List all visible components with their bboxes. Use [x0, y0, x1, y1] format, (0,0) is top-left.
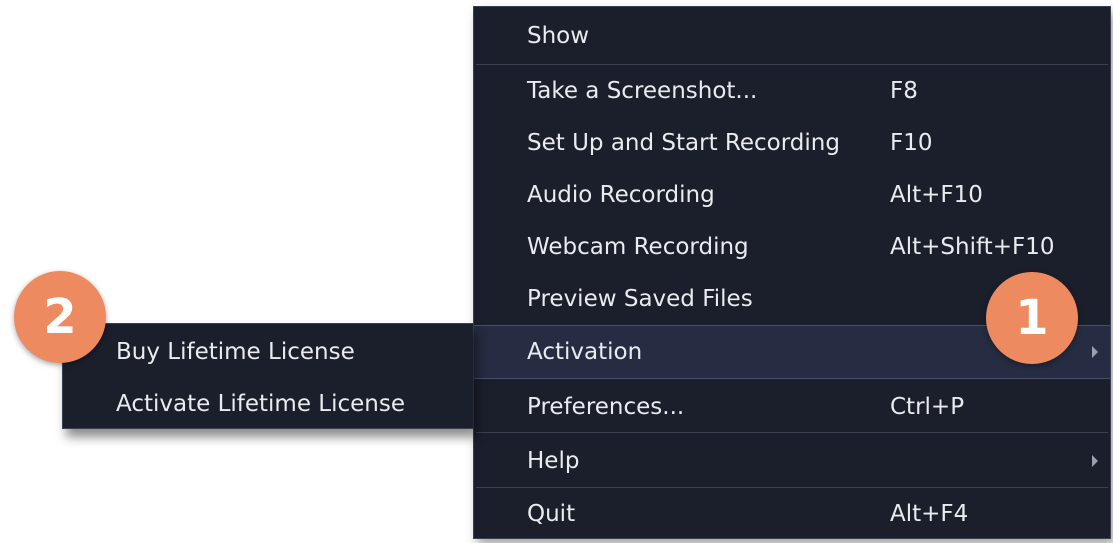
- menu-item-shortcut: Ctrl+P: [890, 394, 965, 420]
- submenu-item-label: Buy Lifetime License: [116, 339, 355, 365]
- menu-item-label: Activation: [527, 339, 643, 365]
- tray-context-menu: Show Take a Screenshot... F8 Set Up and …: [473, 6, 1111, 539]
- menu-separator: [476, 432, 1108, 433]
- menu-item-webcam-recording[interactable]: Webcam Recording Alt+Shift+F10: [474, 221, 1110, 273]
- menu-item-label: Audio Recording: [527, 182, 715, 208]
- callout-badge-2: 2: [14, 271, 106, 363]
- menu-item-label: Set Up and Start Recording: [527, 130, 840, 156]
- menu-item-take-screenshot[interactable]: Take a Screenshot... F8: [474, 65, 1110, 117]
- submenu-item-activate-license[interactable]: Activate Lifetime License: [63, 378, 473, 430]
- submenu-item-buy-license[interactable]: Buy Lifetime License: [63, 326, 473, 378]
- menu-item-label: Help: [527, 448, 580, 474]
- activation-submenu: Buy Lifetime License Activate Lifetime L…: [62, 323, 473, 429]
- menu-item-shortcut: F8: [890, 78, 918, 104]
- menu-item-label: Quit: [527, 501, 576, 527]
- menu-item-label: Show: [527, 23, 590, 49]
- submenu-arrow-icon: [1092, 455, 1098, 467]
- submenu-arrow-icon: [1092, 346, 1098, 358]
- menu-item-help[interactable]: Help: [474, 435, 1110, 487]
- menu-item-label: Take a Screenshot...: [527, 78, 758, 104]
- menu-item-shortcut: Alt+Shift+F10: [890, 234, 1055, 260]
- menu-item-label: Preview Saved Files: [527, 286, 753, 312]
- menu-item-start-recording[interactable]: Set Up and Start Recording F10: [474, 117, 1110, 169]
- menu-item-label: Preferences...: [527, 394, 685, 420]
- submenu-item-label: Activate Lifetime License: [116, 391, 406, 417]
- menu-item-show[interactable]: Show: [474, 10, 1110, 62]
- menu-item-shortcut: Alt+F4: [890, 501, 969, 527]
- callout-badge-1: 1: [986, 272, 1078, 364]
- menu-item-preferences[interactable]: Preferences... Ctrl+P: [474, 381, 1110, 433]
- menu-item-quit[interactable]: Quit Alt+F4: [474, 488, 1110, 540]
- menu-item-audio-recording[interactable]: Audio Recording Alt+F10: [474, 169, 1110, 221]
- menu-item-shortcut: Alt+F10: [890, 182, 983, 208]
- menu-item-label: Webcam Recording: [527, 234, 749, 260]
- menu-item-shortcut: F10: [890, 130, 933, 156]
